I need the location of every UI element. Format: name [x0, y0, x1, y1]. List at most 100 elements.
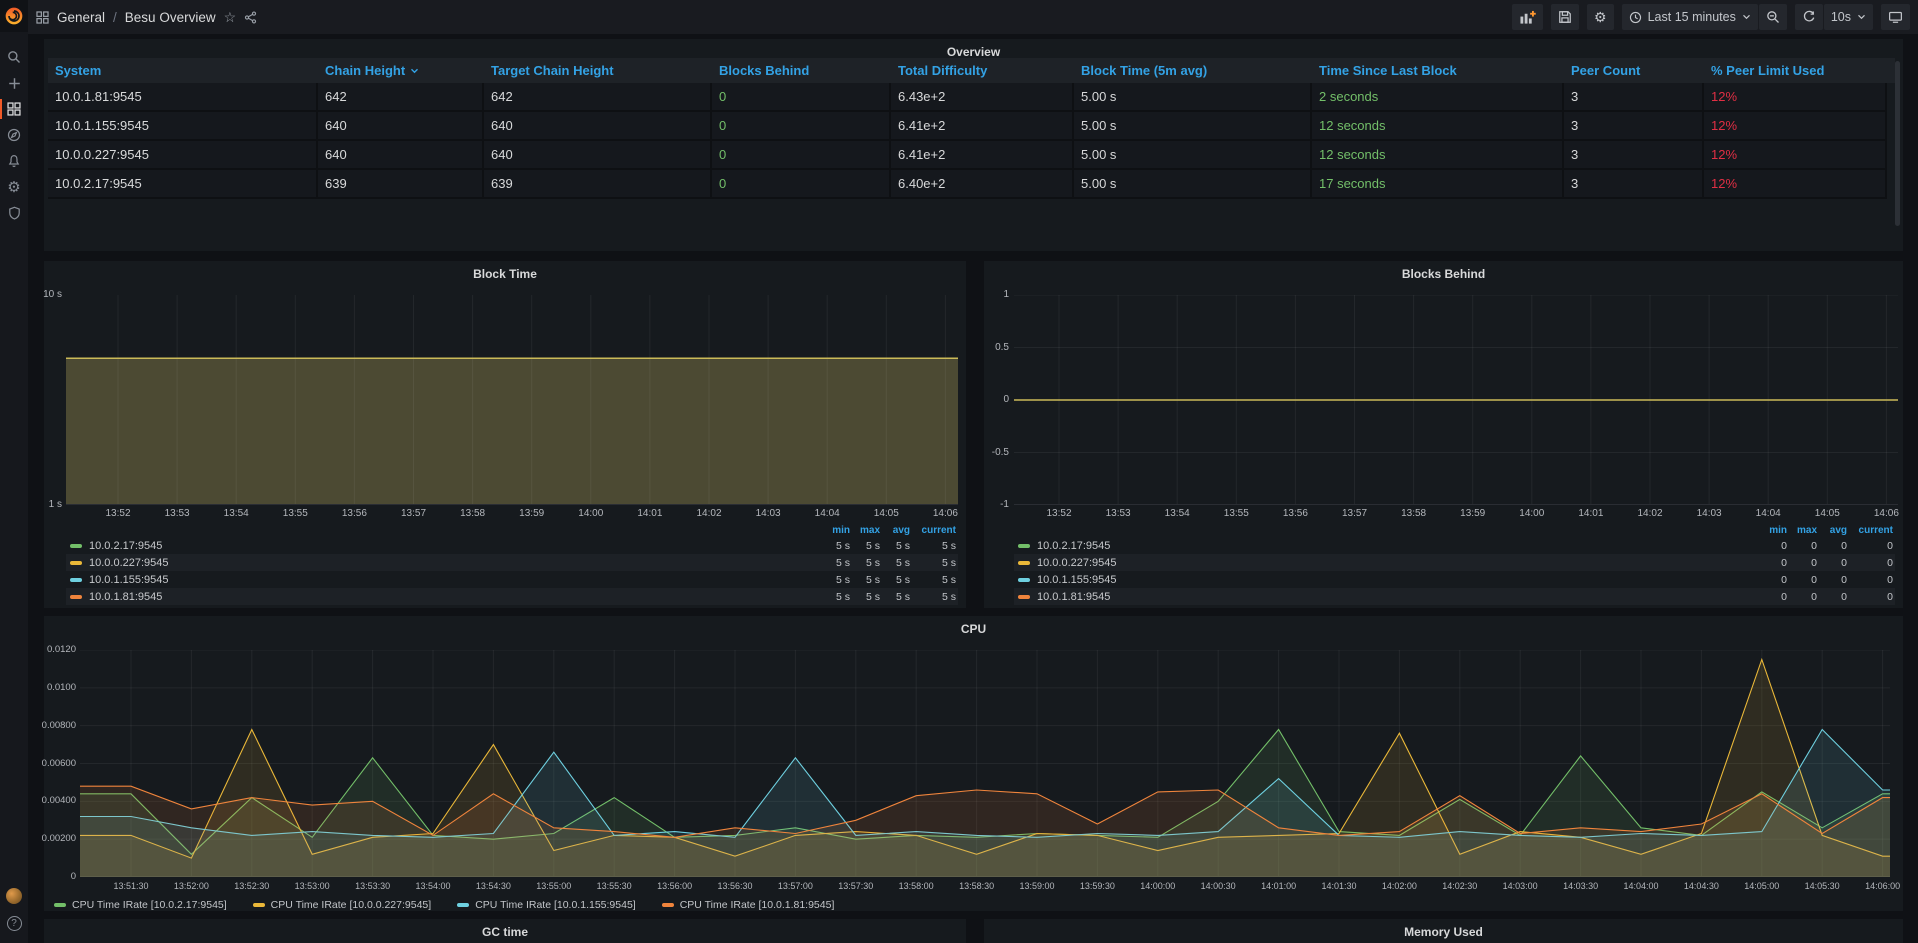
top-navbar: General / Besu Overview ☆ ⚙ Last 15 minu…: [28, 0, 1918, 34]
column-header-target-chain-height[interactable]: Target Chain Height: [484, 63, 712, 78]
column-header-peer-count[interactable]: Peer Count: [1564, 63, 1704, 78]
x-tick-label: 14:02: [681, 508, 737, 519]
legend-stat-header[interactable]: current: [1849, 525, 1895, 536]
x-tick-label: 14:06: [1858, 508, 1914, 519]
series-color-swatch: [70, 561, 82, 565]
x-tick-label: 13:58: [445, 508, 501, 519]
column-header-blocks-behind[interactable]: Blocks Behind: [712, 63, 891, 78]
column-header-system[interactable]: System: [48, 63, 318, 78]
legend-stat-header[interactable]: min: [812, 525, 852, 536]
sidebar-item-dashboards[interactable]: [0, 96, 28, 122]
legend-series-label[interactable]: CPU Time IRate [10.0.1.81:9545]: [662, 899, 835, 911]
legend-stat-value: 5 s: [852, 557, 882, 569]
legend-stat-value: 0: [1849, 591, 1895, 603]
column-header--peer-limit-used[interactable]: % Peer Limit Used: [1704, 63, 1887, 78]
legend-stat-header[interactable]: avg: [882, 525, 912, 536]
table-cell: 10.0.2.17:9545: [48, 170, 318, 199]
share-icon[interactable]: [244, 11, 257, 24]
legend-series-label[interactable]: CPU Time IRate [10.0.1.155:9545]: [457, 899, 636, 911]
series-color-swatch: [253, 903, 265, 907]
panel-title-memory-used[interactable]: Memory Used: [984, 925, 1903, 939]
user-avatar[interactable]: [6, 888, 22, 904]
refresh-interval-label: 10s: [1831, 10, 1851, 24]
legend-series-label[interactable]: 10.0.1.155:9545: [66, 574, 812, 586]
column-header-time-since-last-block[interactable]: Time Since Last Block: [1312, 63, 1564, 78]
table-scrollbar[interactable]: [1895, 61, 1900, 226]
x-tick-label: 14:04:00: [1613, 881, 1669, 891]
column-header-block-time-5m-avg-[interactable]: Block Time (5m avg): [1074, 63, 1312, 78]
add-panel-button[interactable]: [1512, 4, 1543, 30]
legend-series-label[interactable]: 10.0.0.227:9545: [66, 557, 812, 569]
save-dashboard-button[interactable]: [1551, 4, 1579, 30]
sort-caret-icon: [410, 68, 419, 74]
legend-stat-header[interactable]: max: [852, 525, 882, 536]
breadcrumb: General / Besu Overview ☆: [36, 9, 257, 26]
x-tick-label: 14:03: [1681, 508, 1737, 519]
legend-stat-header[interactable]: min: [1749, 525, 1789, 536]
sidebar-item-search[interactable]: [0, 44, 28, 70]
legend-stat-value: 5 s: [912, 557, 958, 569]
sidebar-item-create[interactable]: [0, 70, 28, 96]
compass-icon: [7, 128, 21, 142]
table-cell: 5.00 s: [1074, 170, 1312, 199]
x-tick-label: 13:54:00: [405, 881, 461, 891]
legend-stat-header[interactable]: avg: [1819, 525, 1849, 536]
legend-stat-header[interactable]: current: [912, 525, 958, 536]
legend-series-label[interactable]: 10.0.1.155:9545: [1014, 574, 1749, 586]
table-cell: 17 seconds: [1312, 170, 1564, 199]
panel-title-block-time[interactable]: Block Time: [44, 267, 966, 281]
breadcrumb-section[interactable]: General: [57, 10, 105, 25]
table-cell: 640: [318, 112, 484, 141]
legend-stat-value: 0: [1849, 540, 1895, 552]
star-icon[interactable]: ☆: [224, 9, 237, 26]
chevron-down-icon: [1742, 14, 1751, 20]
x-tick-label: 13:57:00: [767, 881, 823, 891]
column-header-total-difficulty[interactable]: Total Difficulty: [891, 63, 1074, 78]
sidebar-item-server-admin[interactable]: [0, 200, 28, 226]
x-tick-label: 13:51:30: [103, 881, 159, 891]
help-icon[interactable]: ?: [7, 916, 22, 931]
zoom-out-button[interactable]: [1759, 4, 1787, 30]
navbar-actions: ⚙ Last 15 minutes 10s: [1512, 4, 1910, 30]
refresh-button[interactable]: [1795, 4, 1823, 30]
table-cell: 12%: [1704, 170, 1887, 199]
legend-series-label[interactable]: 10.0.1.81:9545: [1014, 591, 1749, 603]
legend-series-label[interactable]: 10.0.0.227:9545: [1014, 557, 1749, 569]
panel-title-gc-time[interactable]: GC time: [44, 925, 966, 939]
sidebar-item-alerting[interactable]: [0, 148, 28, 174]
x-tick-label: 13:54:30: [465, 881, 521, 891]
y-tick-label: 0: [984, 394, 1009, 405]
cycle-view-button[interactable]: [1881, 4, 1910, 30]
table-cell: 642: [484, 83, 712, 112]
legend-stat-header[interactable]: max: [1789, 525, 1819, 536]
grafana-logo[interactable]: [0, 0, 28, 32]
legend-series-label[interactable]: CPU Time IRate [10.0.2.17:9545]: [54, 899, 227, 911]
time-range-picker[interactable]: Last 15 minutes: [1622, 4, 1758, 30]
legend-stat-value: 0: [1789, 557, 1819, 569]
x-tick-label: 13:59: [1445, 508, 1501, 519]
legend-stat-value: 0: [1819, 540, 1849, 552]
legend-series-label[interactable]: CPU Time IRate [10.0.0.227:9545]: [253, 899, 432, 911]
legend-stat-value: 5 s: [812, 574, 852, 586]
sidebar-item-explore[interactable]: [0, 122, 28, 148]
legend-series-label[interactable]: 10.0.2.17:9545: [1014, 540, 1749, 552]
column-header-chain-height[interactable]: Chain Height: [318, 63, 484, 78]
legend-stat-value: 5 s: [812, 557, 852, 569]
legend-stat-value: 0: [1789, 540, 1819, 552]
legend-stat-value: 5 s: [812, 591, 852, 603]
panel-gc-time: GC time: [44, 919, 966, 943]
dashboard-settings-button[interactable]: ⚙: [1587, 4, 1614, 30]
table-cell: 12%: [1704, 112, 1887, 141]
panel-title-blocks-behind[interactable]: Blocks Behind: [984, 267, 1903, 281]
x-tick-label: 14:03:30: [1553, 881, 1609, 891]
panel-title-cpu[interactable]: CPU: [44, 622, 1903, 636]
breadcrumb-title: Besu Overview: [125, 10, 216, 25]
series-color-swatch: [662, 903, 674, 907]
panel-title-overview[interactable]: Overview: [44, 45, 1903, 59]
legend-series-label[interactable]: 10.0.1.81:9545: [66, 591, 812, 603]
x-tick-label: 13:53:30: [345, 881, 401, 891]
legend-series-label[interactable]: 10.0.2.17:9545: [66, 540, 812, 552]
refresh-interval-picker[interactable]: 10s: [1824, 4, 1873, 30]
sidebar-item-configuration[interactable]: ⚙: [0, 174, 28, 200]
block-time-legend: minmaxavgcurrent10.0.2.17:95455 s5 s5 s5…: [66, 523, 958, 605]
